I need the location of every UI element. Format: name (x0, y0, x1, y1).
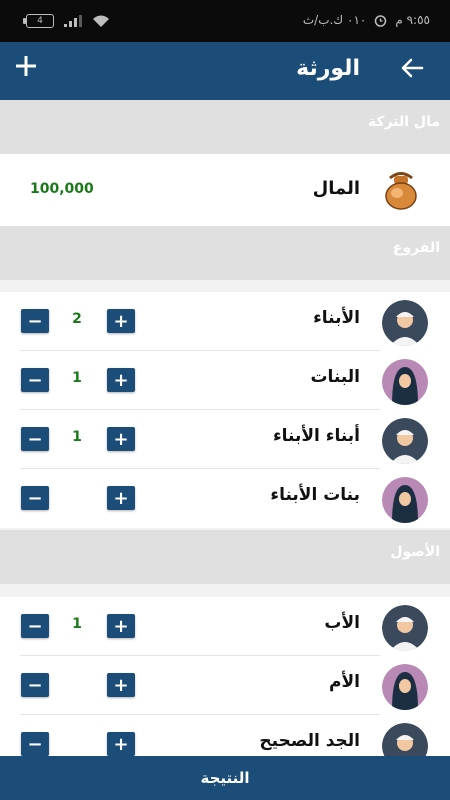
app-bar: الورثة (0, 42, 450, 100)
heir-label: أبناء الأبناء (272, 426, 360, 446)
heir-row-grandfather: الجد الصحيح + − (0, 715, 450, 756)
increment-button[interactable]: + (107, 673, 135, 697)
decrement-button[interactable]: − (21, 309, 49, 333)
female-avatar-icon (382, 664, 428, 710)
status-right: ٩:٥٥ م ٠١٠ ك.ب/ث (303, 13, 430, 27)
heir-count: 1 (72, 616, 82, 632)
estate-row[interactable]: المال 100,000 (0, 154, 450, 226)
estate-section-header: مال التركة (0, 100, 450, 154)
heir-label: الأب (324, 613, 360, 633)
plus-icon[interactable] (13, 52, 39, 84)
money-bag-icon (378, 166, 424, 212)
male-avatar-icon (382, 418, 428, 464)
heir-count: 2 (72, 311, 82, 327)
increment-button[interactable]: + (107, 486, 135, 510)
decrement-button[interactable]: − (21, 673, 49, 697)
estate-label: المال (312, 178, 360, 199)
branches-section-header: الفروع (0, 226, 450, 280)
data-speed: ٠١٠ ك.ب/ث (302, 13, 367, 27)
increment-button[interactable]: + (107, 614, 135, 638)
signal-icon (64, 15, 82, 27)
increment-button[interactable]: + (107, 309, 135, 333)
heir-label: الأم (329, 672, 360, 692)
male-avatar-icon (382, 723, 428, 756)
branches-section-title: الفروع (392, 240, 440, 256)
heir-label: البنات (310, 367, 360, 387)
status-left: 4 (23, 14, 110, 28)
heir-label: الأبناء (313, 308, 360, 328)
page-title: الورثة (296, 56, 360, 81)
male-avatar-icon (382, 300, 428, 346)
heir-label: الجد الصحيح (259, 731, 360, 751)
female-avatar-icon (382, 477, 428, 523)
decrement-button[interactable]: − (21, 368, 49, 392)
heir-row-father: الأب + 1 − (0, 597, 450, 656)
decrement-button[interactable]: − (21, 614, 49, 638)
estate-section-title: مال التركة (367, 114, 440, 130)
increment-button[interactable]: + (107, 732, 135, 756)
battery-level: 4 (37, 16, 43, 26)
heir-label: بنات الأبناء (270, 485, 360, 505)
decrement-button[interactable]: − (21, 427, 49, 451)
estate-value[interactable]: 100,000 (30, 181, 94, 197)
heir-row-mother: الأم + − (0, 656, 450, 715)
decrement-button[interactable]: − (21, 732, 49, 756)
heir-row-sons: الأبناء + 2 − (0, 292, 450, 351)
battery-icon: 4 (23, 14, 54, 28)
estate-card: المال 100,000 (0, 154, 450, 226)
status-bar: 4 ٩:٥٥ م ٠١٠ ك.ب/ث (0, 0, 450, 42)
arrow-back-icon[interactable] (400, 56, 424, 85)
heir-row-daughters-of-sons: بنات الأبناء + − (0, 469, 450, 528)
female-avatar-icon (382, 359, 428, 405)
result-button-label: النتيجة (200, 769, 250, 787)
heir-count: 1 (72, 370, 82, 386)
roots-card: الأب + 1 − الأم + − الجد الصحيح + − (0, 597, 450, 756)
increment-button[interactable]: + (107, 368, 135, 392)
decrement-button[interactable]: − (21, 486, 49, 510)
roots-section-header: الأصول (0, 530, 450, 584)
wifi-icon (93, 15, 109, 27)
increment-button[interactable]: + (107, 427, 135, 451)
alarm-icon (375, 14, 387, 27)
heir-row-sons-of-sons: أبناء الأبناء + 1 − (0, 410, 450, 469)
result-button[interactable]: النتيجة (0, 756, 450, 800)
male-avatar-icon (382, 605, 428, 651)
heir-row-daughters: البنات + 1 − (0, 351, 450, 410)
branches-card: الأبناء + 2 − البنات + 1 − أبناء الأبناء… (0, 292, 450, 528)
heir-count: 1 (72, 429, 82, 445)
roots-section-title: الأصول (390, 544, 440, 560)
status-time: ٩:٥٥ م (395, 13, 430, 27)
